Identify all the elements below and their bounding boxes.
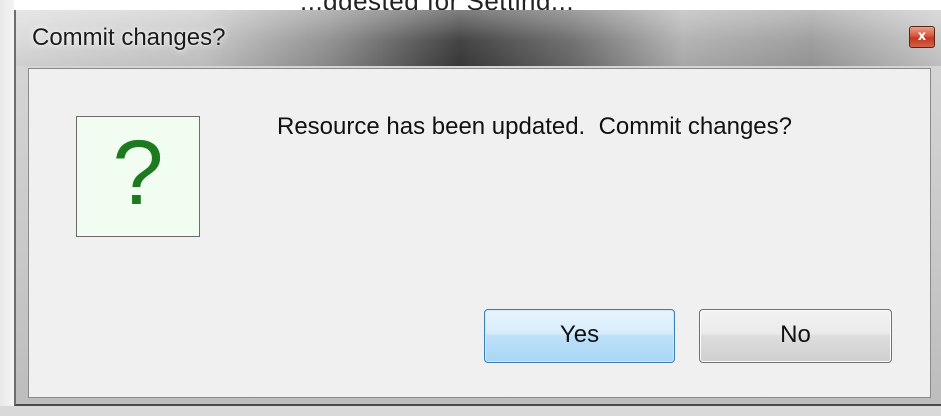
- dialog-title: Commit changes?: [32, 24, 226, 51]
- screen: ...ggested for Setting... Commit changes…: [0, 0, 941, 416]
- title-bar[interactable]: Commit changes? x: [16, 10, 941, 66]
- dialog-window: Commit changes? x ? Resource has been up…: [14, 10, 941, 406]
- yes-button[interactable]: Yes: [484, 309, 675, 363]
- background-edge: [0, 0, 14, 416]
- question-glyph: ?: [112, 122, 164, 224]
- dialog-message: Resource has been updated. Commit change…: [277, 113, 792, 140]
- dialog-body: ? Resource has been updated. Commit chan…: [28, 68, 931, 398]
- no-button[interactable]: No: [699, 309, 892, 363]
- close-button[interactable]: x: [909, 26, 935, 48]
- background-strip: [0, 406, 941, 416]
- question-mark-icon: ?: [76, 116, 200, 237]
- close-icon: x: [917, 29, 927, 44]
